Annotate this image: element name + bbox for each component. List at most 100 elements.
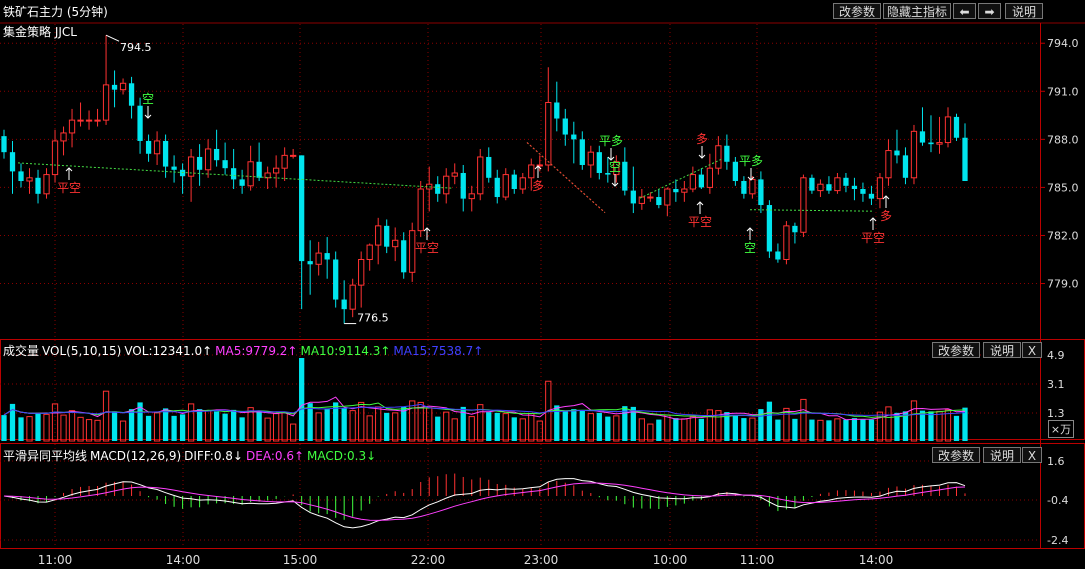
candle-body-down [579, 139, 585, 165]
candle-body-up [26, 177, 33, 182]
time-axis-label: 11:00 [38, 553, 73, 567]
volume-bar-up [638, 418, 645, 442]
macd-change-params-button[interactable]: 改参数 [932, 447, 980, 463]
volume-bar-up [264, 417, 271, 442]
candle-body-down [145, 140, 152, 154]
volume-bar-up [392, 412, 399, 442]
signal-label: 多 [532, 179, 544, 193]
volume-bar-up [366, 415, 373, 442]
volume-bar-down [35, 412, 41, 441]
time-axis-label: 22:00 [411, 553, 446, 567]
candle-body-up [910, 130, 918, 179]
candle-body-down [868, 193, 875, 199]
price-tick-label: 779.0 [1047, 278, 1079, 291]
candle-body-down [673, 189, 679, 193]
candle-body-up [834, 177, 841, 192]
price-tick-label: 785.0 [1047, 181, 1079, 194]
candle-body-up [417, 188, 424, 232]
macd-tick-label: -2.4 [1047, 534, 1068, 547]
volume-bar-up [689, 416, 696, 442]
arrow-right-icon[interactable]: ➡ [978, 3, 1001, 19]
candle-body-up [349, 284, 356, 310]
macd-close-button[interactable]: X [1022, 447, 1042, 463]
candle-body-up [706, 167, 714, 188]
candle-body-down [928, 142, 934, 145]
volume-bar-down [511, 417, 517, 441]
volume-bar-down [868, 419, 875, 441]
volume-close-button[interactable]: X [1022, 342, 1042, 358]
candle-body-up [375, 225, 382, 246]
candle-body-up [281, 154, 288, 169]
help-button[interactable]: 说明 [1005, 3, 1043, 19]
candle-body-up [681, 188, 688, 193]
volume-help-button[interactable]: 说明 [983, 342, 1021, 358]
candle-body-up [749, 178, 756, 195]
volume-bar-up [443, 411, 450, 442]
volume-bar-up [94, 419, 101, 442]
volume-bar-up [706, 409, 714, 442]
volume-bar-up [85, 419, 93, 442]
hide-main-indicator-button[interactable]: 隐藏主指标 [883, 3, 951, 19]
volume-unit-label[interactable]: ×万 [1048, 420, 1074, 438]
volume-bar-down [162, 408, 169, 441]
volume-bar-up [68, 410, 76, 442]
candle-body-down [162, 140, 169, 167]
volume-bar-up [528, 413, 535, 442]
volume-bar-down [145, 415, 152, 441]
volume-bar-down [196, 409, 203, 441]
candle-body-up [689, 174, 696, 190]
volume-bar-up [468, 416, 475, 442]
candle-body-down [307, 261, 313, 265]
volume-bar-down [128, 409, 135, 441]
high-label-leader [105, 34, 120, 42]
volume-bar-down [171, 415, 177, 441]
chart-canvas[interactable]: 794.0 791.0 788.0 785.0 782.0 779.0 794.5 776.5… [0, 0, 1085, 569]
macd-pane-header: 平滑异同平均线 MACD(12,26,9) DIFF:0.8↓ DEA:0.6↑ MAC… [3, 447, 379, 464]
volume-bar-down [953, 415, 960, 441]
volume-bar-up [187, 403, 195, 442]
volume-bar-up [26, 416, 33, 442]
volume-bar-down [213, 411, 220, 441]
macd-value: MACD:0.3↓ [307, 449, 377, 463]
volume-bar-down [766, 401, 773, 441]
trade-signal: 平空 [57, 167, 81, 195]
candle-body-down [732, 161, 739, 181]
candle-body-down [137, 105, 143, 141]
macd-help-button[interactable]: 说明 [983, 447, 1021, 463]
candle-body-up [502, 174, 509, 198]
volume-bar-down [673, 418, 679, 441]
candle-body-up [800, 177, 807, 233]
candle-body-down [230, 168, 237, 180]
candle-body-down [494, 177, 500, 198]
volume-bar-down [179, 414, 186, 441]
candle-body-up [153, 140, 161, 155]
macd-pane-name: 平滑异同平均线 [3, 449, 88, 463]
volume-bar-down [1, 415, 7, 441]
volume-bar-down [851, 418, 858, 441]
candle-body-up [876, 177, 884, 200]
volume-bar-down [792, 418, 798, 441]
stop-dashed-line [17, 162, 453, 189]
volume-bar-up [502, 413, 509, 442]
volume-value: VOL:12341.0↑ [124, 344, 213, 358]
candle-body-up [51, 140, 59, 176]
volume-bar-down [698, 418, 704, 441]
arrow-left-icon[interactable]: ⬅ [953, 3, 976, 19]
change-params-button[interactable]: 改参数 [833, 3, 881, 19]
volume-bar-up [349, 410, 356, 442]
volume-bar-up [358, 401, 365, 442]
volume-bar-up [834, 418, 841, 442]
volume-bar-up [944, 409, 952, 442]
volume-bar-up [885, 406, 892, 442]
volume-bar-up [409, 400, 416, 442]
candle-body-down [222, 160, 228, 169]
volume-bar-up [613, 415, 620, 442]
price-tick-label: 791.0 [1047, 85, 1079, 98]
volume-change-params-button[interactable]: 改参数 [932, 342, 980, 358]
volume-bar-up [587, 413, 594, 442]
candle-body-up [936, 142, 943, 145]
signal-label: 平空 [688, 215, 712, 229]
volume-bar-down [256, 410, 262, 441]
candle-body-down [724, 145, 730, 162]
candle-body-down [1, 136, 7, 153]
